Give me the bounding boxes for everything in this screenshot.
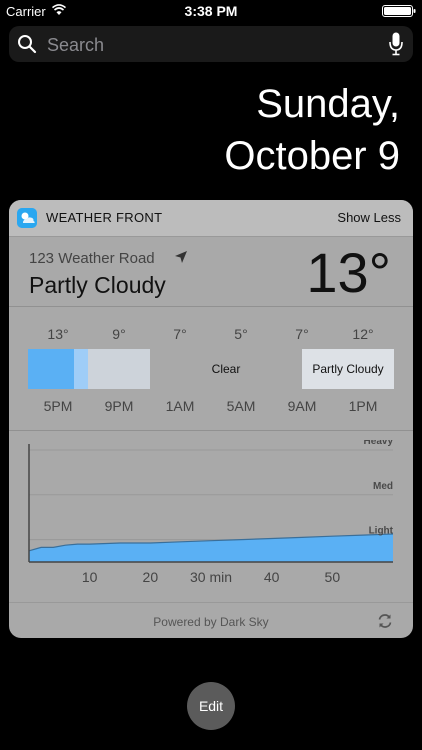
- hour-temp: 7°: [295, 326, 309, 342]
- chart-x-tick-label: 30 min: [190, 569, 232, 585]
- search-bar[interactable]: [9, 26, 413, 64]
- widget-footer: Powered by Dark Sky: [9, 602, 413, 638]
- hour-temp: 7°: [173, 326, 187, 342]
- divider: [9, 306, 413, 307]
- clock-time: 3:38 PM: [184, 3, 238, 19]
- hour-time: 9AM: [287, 398, 317, 414]
- hour-time: 9PM: [104, 398, 134, 414]
- location-label: 123 Weather Road: [29, 250, 155, 267]
- hour-temp: 9°: [112, 326, 126, 342]
- hour-temp: 5°: [234, 326, 248, 342]
- hour-temp: 13°: [47, 326, 69, 342]
- refresh-icon[interactable]: [377, 613, 393, 629]
- chart-y-tick-label: Med: [373, 481, 393, 492]
- date-weekday: Sunday,: [256, 82, 400, 126]
- timeline-rain-segment: [28, 349, 74, 389]
- microphone-icon[interactable]: [389, 32, 403, 56]
- chart-y-tick-label: Heavy: [364, 440, 394, 447]
- edit-button[interactable]: Edit: [187, 682, 235, 730]
- app-name: WEATHER FRONT: [46, 210, 163, 225]
- precipitation-area: [29, 534, 393, 562]
- battery-icon: [382, 5, 416, 17]
- chart-x-tick-label: 20: [143, 569, 159, 585]
- chart-y-tick-label: Light: [369, 526, 394, 537]
- chart-x-tick-label: 50: [325, 569, 341, 585]
- show-less-button[interactable]: Show Less: [337, 210, 401, 225]
- location-arrow-icon: [175, 251, 187, 263]
- hour-time: 1PM: [348, 398, 378, 414]
- hour-time: 5PM: [43, 398, 73, 414]
- current-temperature: 13°: [306, 241, 391, 304]
- condition-timeline: Clear Partly Cloudy: [28, 349, 394, 389]
- timeline-label-clear: Clear: [211, 362, 241, 376]
- powered-by-label: Powered by Dark Sky: [153, 615, 269, 629]
- hour-time: 1AM: [165, 398, 195, 414]
- weather-app-icon: [17, 208, 37, 228]
- chart-x-tick-label: 40: [264, 569, 280, 585]
- weather-widget: WEATHER FRONT Show Less 123 Weather Road…: [9, 200, 413, 638]
- timeline-light-rain-segment: [74, 349, 88, 389]
- search-icon: [18, 35, 37, 54]
- hour-temp: 12°: [352, 326, 374, 342]
- status-bar: Carrier 3:38 PM: [0, 0, 422, 22]
- chart-x-tick-label: 10: [82, 569, 98, 585]
- widget-header: WEATHER FRONT Show Less: [9, 200, 413, 237]
- divider: [9, 430, 413, 431]
- timeline-label-partly-cloudy: Partly Cloudy: [312, 362, 384, 376]
- timeline-cloud-segment: [88, 349, 150, 389]
- date-month-day: October 9: [224, 134, 400, 178]
- hour-time: 5AM: [226, 398, 256, 414]
- search-input[interactable]: [45, 26, 379, 64]
- precipitation-chart: Heavy Med Light 10 20 30 min 40 50: [28, 440, 394, 585]
- current-condition: Partly Cloudy: [29, 272, 166, 298]
